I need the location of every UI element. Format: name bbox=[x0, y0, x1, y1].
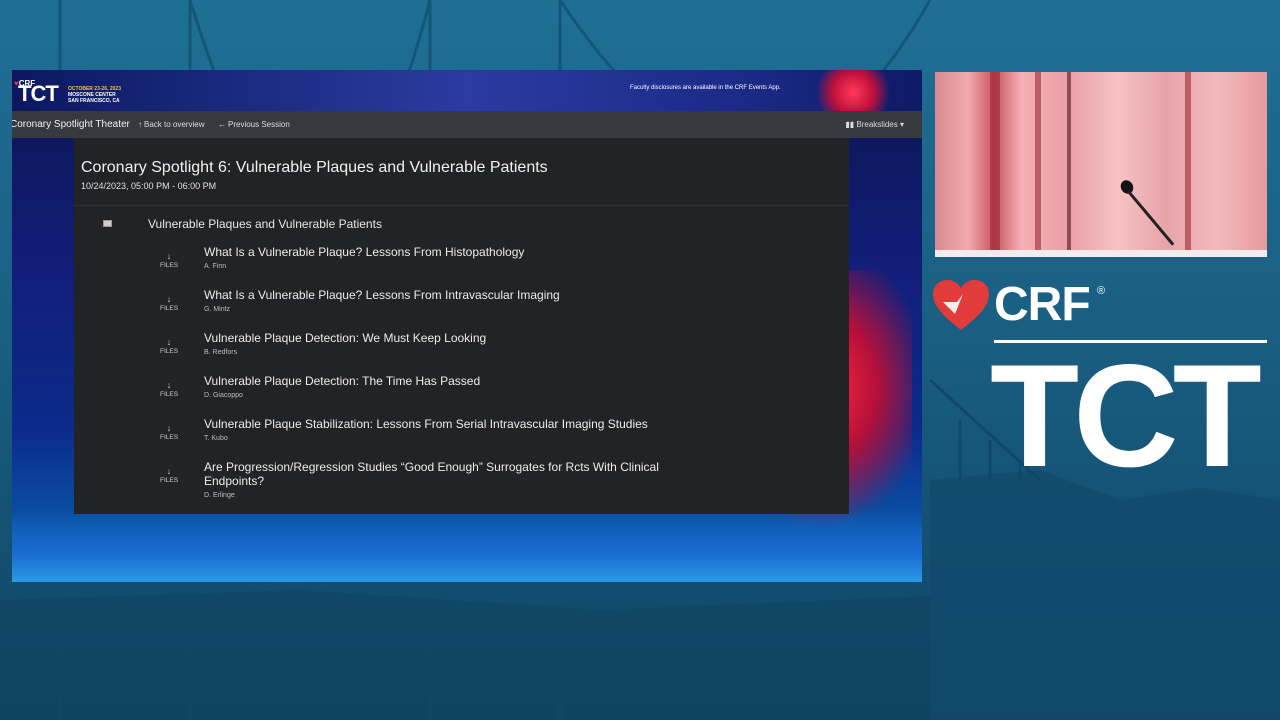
divider bbox=[74, 205, 849, 206]
download-arrow-icon: ↓ bbox=[166, 466, 172, 476]
files-download-button[interactable]: ↓ FILES bbox=[157, 337, 181, 356]
crf-logo-text: CRF bbox=[994, 278, 1091, 331]
files-label: FILES bbox=[159, 262, 179, 269]
download-arrow-icon: ↓ bbox=[166, 380, 172, 390]
tct-logo-text: TCT bbox=[990, 334, 1262, 497]
water-artwork bbox=[12, 510, 922, 582]
theater-name[interactable]: Coronary Spotlight Theater bbox=[12, 119, 130, 130]
files-download-button[interactable]: ↓ FILES bbox=[157, 251, 181, 270]
files-label: FILES bbox=[159, 305, 179, 312]
download-arrow-icon: ↓ bbox=[166, 423, 172, 433]
list-icon bbox=[103, 220, 112, 227]
talk-title[interactable]: Vulnerable Plaque Detection: The Time Ha… bbox=[204, 374, 704, 388]
session-navbar: Coronary Spotlight Theater ↑ Back to over… bbox=[12, 111, 922, 138]
caret-down-icon: ▾ bbox=[899, 120, 904, 129]
download-arrow-icon: ↓ bbox=[166, 294, 172, 304]
event-info: OCTOBER 23-26, 2023 MOSCONE CENTER SAN F… bbox=[68, 86, 158, 104]
breakslides-label: Breakslides bbox=[856, 120, 898, 129]
group-title: Vulnerable Plaques and Vulnerable Patien… bbox=[148, 217, 382, 231]
talk-item: ↓ FILES Are Progression/Regression Studi… bbox=[74, 460, 849, 512]
talk-item: ↓ FILES Vulnerable Plaque Stabilization:… bbox=[74, 417, 849, 457]
session-title: Coronary Spotlight 6: Vulnerable Plaques… bbox=[81, 159, 548, 176]
arrow-up-icon: ↑ bbox=[138, 120, 142, 129]
crf-heart-logo-icon bbox=[933, 280, 989, 330]
session-panel: Coronary Spotlight 6: Vulnerable Plaques… bbox=[74, 138, 849, 514]
talk-speaker: G. Mintz bbox=[204, 306, 231, 313]
talk-item: ↓ FILES Vulnerable Plaque Detection: We … bbox=[74, 331, 849, 371]
talk-speaker: D. Erlinge bbox=[204, 492, 235, 499]
files-download-button[interactable]: ↓ FILES bbox=[157, 294, 181, 313]
back-to-overview-label: Back to overview bbox=[144, 120, 205, 129]
download-arrow-icon: ↓ bbox=[166, 337, 172, 347]
breakslides-dropdown[interactable]: ▮▮ Breakslides ▾ bbox=[845, 120, 904, 129]
talk-title[interactable]: Vulnerable Plaque Stabilization: Lessons… bbox=[204, 417, 704, 431]
talk-title[interactable]: What Is a Vulnerable Plaque? Lessons Fro… bbox=[204, 288, 704, 302]
tct-banner-logo: ♥CRF TCT OCTOBER 23-26, 2023 MOSCONE CEN… bbox=[14, 73, 121, 106]
disclosure-text: Faculty disclosures are available in the… bbox=[630, 85, 781, 91]
banner-heart-artwork bbox=[817, 70, 897, 114]
back-to-overview-link[interactable]: ↑ Back to overview bbox=[138, 120, 204, 129]
previous-session-link[interactable]: ← Previous Session bbox=[218, 120, 290, 129]
files-label: FILES bbox=[159, 348, 179, 355]
talk-title[interactable]: Are Progression/Regression Studies “Good… bbox=[204, 460, 704, 488]
microphone-icon bbox=[1118, 177, 1136, 197]
talk-speaker: B. Redfors bbox=[204, 349, 238, 356]
talk-title[interactable]: What Is a Vulnerable Plaque? Lessons Fro… bbox=[204, 245, 704, 259]
files-label: FILES bbox=[159, 477, 179, 484]
presentation-screen: ♥CRF TCT OCTOBER 23-26, 2023 MOSCONE CEN… bbox=[12, 70, 922, 582]
talk-item: ↓ FILES What Is a Vulnerable Plaque? Les… bbox=[74, 245, 849, 285]
talk-speaker: A. Finn bbox=[204, 263, 227, 270]
registered-mark: ® bbox=[1097, 285, 1106, 297]
talk-item: ↓ FILES What Is a Vulnerable Plaque? Les… bbox=[74, 288, 849, 328]
columns-icon: ▮▮ bbox=[845, 120, 855, 129]
talk-speaker: D. Giacoppo bbox=[204, 392, 243, 399]
event-banner: ♥CRF TCT OCTOBER 23-26, 2023 MOSCONE CEN… bbox=[12, 70, 922, 114]
files-label: FILES bbox=[159, 391, 179, 398]
files-download-button[interactable]: ↓ FILES bbox=[157, 466, 181, 485]
camera-feed bbox=[935, 72, 1267, 257]
arrow-left-icon: ← bbox=[218, 120, 226, 129]
files-download-button[interactable]: ↓ FILES bbox=[157, 380, 181, 399]
download-arrow-icon: ↓ bbox=[166, 251, 172, 261]
talk-title[interactable]: Vulnerable Plaque Detection: We Must Kee… bbox=[204, 331, 704, 345]
talk-speaker: T. Kubo bbox=[204, 435, 228, 442]
files-label: FILES bbox=[159, 434, 179, 441]
previous-session-label: Previous Session bbox=[228, 120, 290, 129]
tct-small-mark: TCT bbox=[18, 81, 59, 106]
files-download-button[interactable]: ↓ FILES bbox=[157, 423, 181, 442]
talk-item: ↓ FILES Vulnerable Plaque Detection: The… bbox=[74, 374, 849, 414]
session-time: 10/24/2023, 05:00 PM - 06:00 PM bbox=[81, 181, 217, 191]
event-city: SAN FRANCISCO, CA bbox=[68, 98, 120, 104]
